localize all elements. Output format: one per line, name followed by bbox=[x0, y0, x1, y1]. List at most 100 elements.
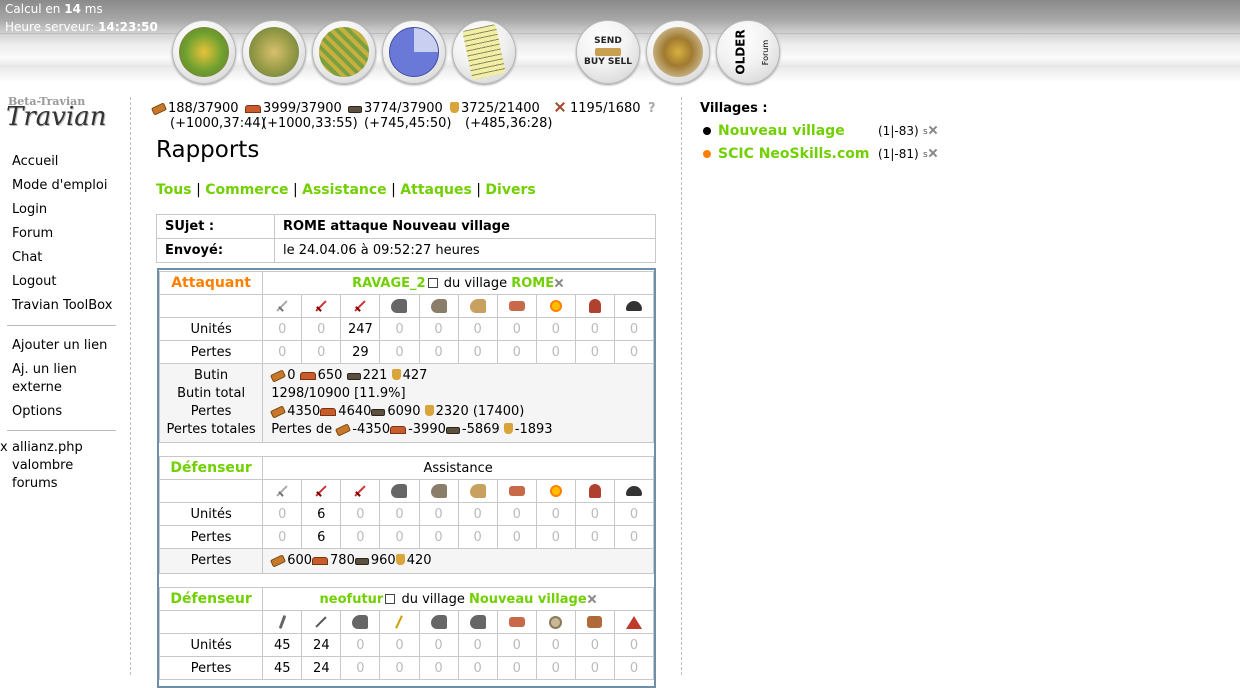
village-overview-button[interactable] bbox=[172, 20, 236, 84]
defender-player-link[interactable]: neofutur bbox=[320, 592, 384, 607]
ram-icon bbox=[508, 617, 525, 627]
wood-icon bbox=[270, 554, 287, 568]
loss-count: 0 bbox=[496, 656, 537, 680]
attack-icon[interactable] bbox=[554, 278, 564, 288]
village-link[interactable]: Nouveau village bbox=[718, 123, 845, 139]
menu-logout[interactable]: Logout bbox=[12, 274, 112, 298]
battering-ram-icon bbox=[508, 301, 525, 311]
iron-icon bbox=[354, 558, 369, 565]
unit-count: 0 bbox=[574, 317, 615, 341]
equites-caesaris-icon bbox=[469, 484, 486, 498]
custom-link-allianz[interactable]: x allianz.php bbox=[0, 439, 120, 457]
loss-count: 29 bbox=[340, 340, 381, 364]
custom-link-valombre[interactable]: xvalombre forums bbox=[0, 457, 120, 493]
imperian-icon bbox=[352, 484, 368, 498]
unit-count: 0 bbox=[301, 317, 342, 341]
unit-count: 0 bbox=[379, 633, 420, 657]
top-bar: Calcul en 14 ms Heure serveur: 14:23:50 … bbox=[0, 0, 1240, 84]
legionnaire-icon bbox=[274, 299, 290, 313]
menu-chat[interactable]: Chat bbox=[12, 250, 112, 274]
sent-value: le 24.04.06 à 09:52:27 heures bbox=[274, 238, 656, 263]
wood-resource: 188/37900 bbox=[150, 101, 239, 116]
message-icon[interactable] bbox=[427, 278, 438, 288]
menu-options[interactable]: Options bbox=[12, 403, 122, 421]
crop-icon bbox=[450, 102, 459, 113]
column-divider bbox=[681, 97, 682, 675]
crop-icon bbox=[503, 423, 513, 434]
chief-icon bbox=[587, 616, 603, 628]
unit-count: 0 bbox=[613, 502, 655, 526]
map-button[interactable] bbox=[312, 20, 376, 84]
filter-attaques[interactable]: Attaques bbox=[400, 182, 471, 198]
loss-count: 0 bbox=[418, 656, 459, 680]
defender-village-link[interactable]: Nouveau village bbox=[469, 592, 587, 607]
column-divider bbox=[130, 97, 131, 675]
wood-icon bbox=[150, 102, 168, 116]
menu-divider bbox=[7, 325, 116, 326]
filter-commerce[interactable]: Commerce bbox=[205, 182, 288, 198]
sent-label: Envoyé: bbox=[156, 238, 275, 263]
butin-values: 0 650 221 427 bbox=[270, 367, 653, 385]
links-menu: Ajouter un lien Aj. un lien externe Opti… bbox=[12, 337, 122, 427]
loss-count: 0 bbox=[262, 340, 303, 364]
help-icon[interactable]: ? bbox=[648, 101, 656, 116]
send-troops-icon[interactable] bbox=[928, 125, 938, 135]
loss-count: 0 bbox=[301, 340, 342, 364]
menu-login[interactable]: Login bbox=[12, 202, 112, 226]
attacker-player-link[interactable]: RAVAGE_2 bbox=[352, 276, 426, 291]
iron-icon bbox=[371, 409, 386, 416]
clay-icon bbox=[312, 557, 329, 565]
message-icon[interactable] bbox=[385, 594, 396, 604]
menu-divider bbox=[7, 430, 116, 431]
menu-forum[interactable]: Forum bbox=[12, 226, 112, 250]
wood-icon bbox=[270, 369, 287, 383]
filter-tous[interactable]: Tous bbox=[156, 182, 192, 198]
menu-travian-toolbox[interactable]: Travian ToolBox bbox=[12, 298, 112, 322]
loss-count: 24 bbox=[301, 656, 342, 680]
clay-production: (+1000,33:55) bbox=[262, 116, 358, 131]
imperian-icon bbox=[352, 299, 368, 313]
main-menu: Accueil Mode d'emploi Login Forum Chat L… bbox=[12, 154, 112, 322]
statistics-button[interactable] bbox=[382, 20, 446, 84]
defender-role: Défenseur bbox=[158, 456, 264, 480]
legionnaire-icon bbox=[274, 484, 290, 498]
report-header: SUjet : ROME attaque Nouveau village Env… bbox=[156, 214, 656, 263]
unit-count: 24 bbox=[301, 633, 342, 657]
loss-count: 0 bbox=[574, 340, 615, 364]
spearman-icon bbox=[313, 615, 329, 629]
iron-icon bbox=[346, 373, 361, 380]
village-link[interactable]: SCIC NeoSkills.com bbox=[718, 146, 870, 162]
butin-total-value: 1298/10900 [11.9%] bbox=[271, 386, 406, 401]
rally-point-button[interactable] bbox=[646, 20, 710, 84]
menu-accueil[interactable]: Accueil bbox=[12, 154, 112, 178]
filter-divers[interactable]: Divers bbox=[485, 182, 535, 198]
loss-count: 6 bbox=[301, 525, 342, 549]
village-center-button[interactable] bbox=[242, 20, 306, 84]
travian-logo[interactable]: Beta-Travian Travian bbox=[6, 95, 107, 135]
filter-assistance[interactable]: Assistance bbox=[302, 182, 387, 198]
unit-count: 45 bbox=[262, 633, 303, 657]
menu-ajouter-lien[interactable]: Ajouter un lien bbox=[12, 337, 122, 355]
equites-caesaris-icon bbox=[469, 299, 486, 313]
loss-count: 0 bbox=[496, 340, 537, 364]
menu-mode-emploi[interactable]: Mode d'emploi bbox=[12, 178, 112, 202]
settler-icon bbox=[625, 301, 642, 311]
loss-count: 0 bbox=[379, 525, 420, 549]
marketplace-button[interactable]: SEND BUY SELL bbox=[576, 20, 640, 84]
loss-count: 0 bbox=[535, 340, 576, 364]
loss-count: 0 bbox=[457, 656, 498, 680]
menu-lien-externe[interactable]: Aj. un lien externe bbox=[12, 361, 122, 397]
reports-button[interactable] bbox=[452, 20, 516, 84]
forum-button[interactable]: OLDER Forum bbox=[716, 20, 780, 84]
report-filters: Tous | Commerce | Assistance | Attaques … bbox=[156, 182, 536, 198]
send-troops-icon[interactable] bbox=[928, 148, 938, 158]
unit-count: 0 bbox=[262, 317, 303, 341]
defender-subtitle: Assistance bbox=[262, 456, 654, 480]
attacker-role: Attaquant bbox=[158, 271, 264, 295]
praetorian-icon bbox=[313, 484, 329, 498]
wood-icon bbox=[270, 405, 287, 419]
settler-icon bbox=[625, 615, 642, 629]
attacker-village-link[interactable]: ROME bbox=[511, 276, 554, 291]
attack-icon[interactable] bbox=[587, 594, 597, 604]
older-forum-icon: OLDER Forum bbox=[733, 29, 771, 75]
